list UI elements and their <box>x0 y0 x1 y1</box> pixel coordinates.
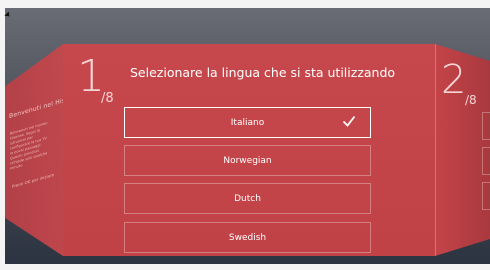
language-option-label: Swedish <box>228 232 267 243</box>
screen-bottom-edge <box>0 264 490 270</box>
language-option-label: Italiano <box>230 117 265 128</box>
checkmark-icon <box>342 115 356 127</box>
panel-divider <box>435 44 436 256</box>
language-option-dutch[interactable]: Dutch <box>124 183 371 214</box>
language-option-italiano[interactable]: Italiano <box>124 107 371 138</box>
screen-top-edge <box>0 0 490 8</box>
step-total: /8 <box>101 91 114 106</box>
language-option-swedish[interactable]: Swedish <box>124 222 371 253</box>
options-scroll-clip: Swedish <box>124 222 371 256</box>
next-panel-option <box>482 112 490 140</box>
screen-left-edge <box>0 0 5 270</box>
language-option-norwegian[interactable]: Norwegian <box>124 145 371 176</box>
mouse-cursor-icon <box>4 11 12 19</box>
language-option-label: Dutch <box>234 193 261 204</box>
next-panel-option <box>482 147 490 175</box>
page-title: Selezionare la lingua che si sta utilizz… <box>130 65 396 80</box>
next-step-number: 2 <box>441 57 467 103</box>
next-step-total: /8 <box>465 93 477 107</box>
language-option-label: Norwegian <box>223 155 272 166</box>
next-panel-option <box>482 182 490 210</box>
